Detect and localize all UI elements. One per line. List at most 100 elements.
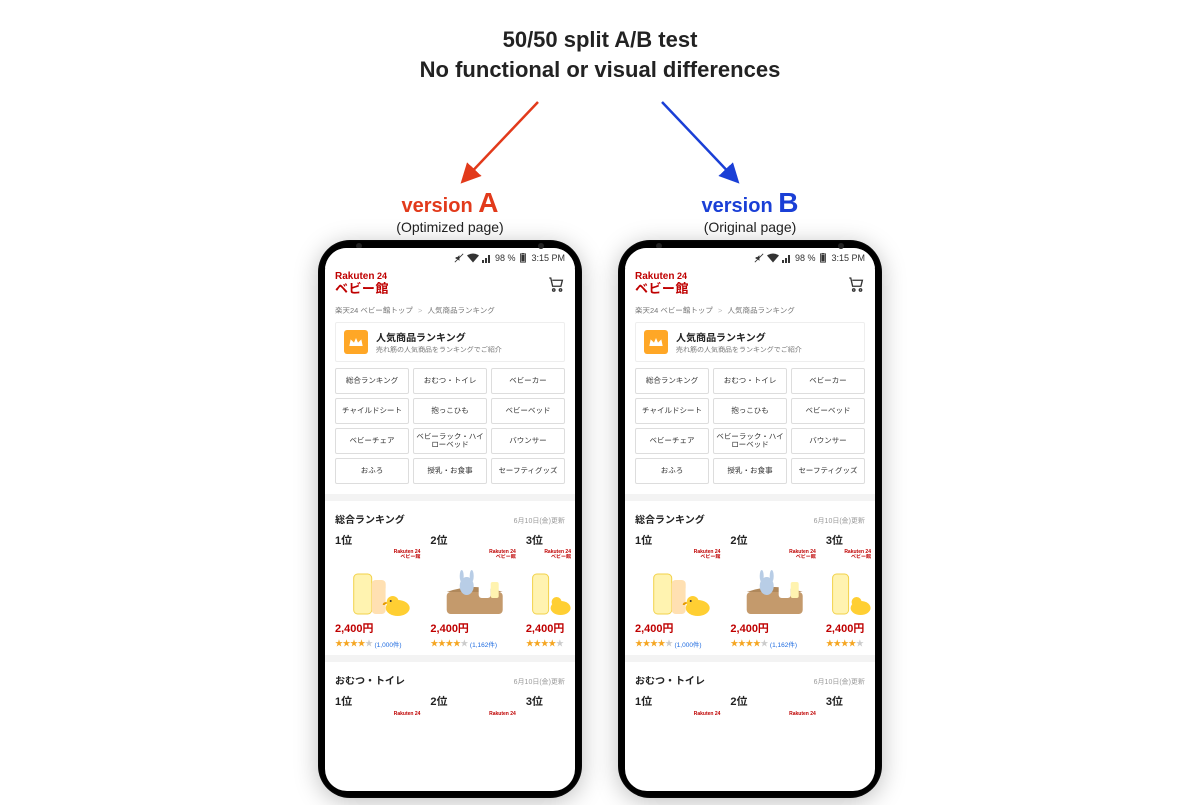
ranking-subtitle: 売れ筋の人気商品をランキングでご紹介 <box>376 345 502 355</box>
category-button[interactable]: おむつ・トイレ <box>713 368 787 394</box>
product-thumbnail <box>430 562 519 616</box>
price: 2,400円 <box>826 620 875 636</box>
version-b-letter: B <box>778 187 798 218</box>
diagram-header: 50/50 split A/B test No functional or vi… <box>0 25 1200 84</box>
category-button[interactable]: チャイルドシート <box>635 398 709 424</box>
price: 2,400円 <box>730 620 819 636</box>
rank-label: 2位 <box>430 693 519 709</box>
product-card[interactable]: 3位 ベビー館 2,400円 ★★★★★ <box>526 532 575 649</box>
category-button[interactable]: バウンサー <box>791 428 865 454</box>
category-button[interactable]: 総合ランキング <box>635 368 709 394</box>
product-card[interactable]: 2位 ベビー館 <box>430 532 519 649</box>
mute-icon <box>454 253 464 263</box>
version-a-label: version A (Optimized page) <box>320 187 580 235</box>
rank-label: 1位 <box>635 693 724 709</box>
section-title: 総合ランキング <box>335 511 405 526</box>
category-button[interactable]: ベビーカー <box>491 368 565 394</box>
rank-label: 2位 <box>730 532 819 548</box>
crown-icon <box>644 330 668 354</box>
header-line-1: 50/50 split A/B test <box>0 25 1200 55</box>
category-button[interactable]: 抱っこひも <box>713 398 787 424</box>
breadcrumb-item[interactable]: 楽天24 ベビー館トップ <box>335 306 413 315</box>
price: 2,400円 <box>335 620 424 636</box>
screen-b: 98 % 3:15 PM Rakuten 24 ベビー館 楽天24 ベビー館トッ… <box>625 248 875 791</box>
header-line-2: No functional or visual differences <box>0 55 1200 85</box>
rating: ★★★★★ (1,162件) <box>730 638 819 649</box>
product-card[interactable]: 1位 ベビー館 <box>335 532 424 649</box>
price: 2,400円 <box>526 620 575 636</box>
category-button[interactable]: 総合ランキング <box>335 368 409 394</box>
breadcrumb-sep: > <box>418 306 422 315</box>
category-button[interactable]: ベビーラック・ハイローベッド <box>713 428 787 454</box>
product-card[interactable]: 1位 ベビー館 <box>635 532 724 649</box>
product-card[interactable]: 3位 ベビー館 2,400円 ★★★★★ <box>826 532 875 649</box>
breadcrumb-sep: > <box>718 306 722 315</box>
category-button[interactable]: ベビーベッド <box>791 398 865 424</box>
breadcrumb-item[interactable]: 人気商品ランキング <box>428 306 495 315</box>
section-updated: 6月10日(金)更新 <box>814 516 865 526</box>
category-grid: 総合ランキング おむつ・トイレ ベビーカー チャイルドシート 抱っこひも ベビー… <box>325 368 575 494</box>
arrow-to-version-a <box>464 102 538 180</box>
rating: ★★★★★ (1,000件) <box>335 638 424 649</box>
seller-mini: ベビー館 <box>826 550 875 560</box>
category-button[interactable]: チャイルドシート <box>335 398 409 424</box>
signal-icon <box>482 253 492 263</box>
rank-label: 3位 <box>826 693 875 709</box>
breadcrumb-item[interactable]: 人気商品ランキング <box>728 306 795 315</box>
product-row: 1位 ベビー館 <box>625 530 875 655</box>
crown-icon <box>344 330 368 354</box>
logo-line2: ベビー館 <box>335 282 389 295</box>
clock-text: 3:15 PM <box>531 253 565 263</box>
rank-row: 1位 2位 3位 <box>325 691 575 717</box>
breadcrumb[interactable]: 楽天24 ベビー館トップ > 人気商品ランキング <box>625 301 875 322</box>
wifi-icon <box>467 253 479 263</box>
category-button[interactable]: ベビーカー <box>791 368 865 394</box>
cart-icon[interactable] <box>547 275 565 293</box>
ranking-subtitle: 売れ筋の人気商品をランキングでご紹介 <box>676 345 802 355</box>
app-header: Rakuten 24 ベビー館 <box>625 268 875 301</box>
rank-label: 3位 <box>526 693 575 709</box>
logo-line2: ベビー館 <box>635 282 689 295</box>
category-button[interactable]: 授乳・お食事 <box>713 458 787 484</box>
breadcrumb[interactable]: 楽天24 ベビー館トップ > 人気商品ランキング <box>325 301 575 322</box>
seller-mini <box>335 711 424 717</box>
app-body: Rakuten 24 ベビー館 楽天24 ベビー館トップ > 人気商品ランキング… <box>625 268 875 791</box>
product-thumbnail <box>826 562 875 616</box>
category-button[interactable]: ベビーチェア <box>635 428 709 454</box>
version-b-subtitle: (Original page) <box>620 219 880 235</box>
section-title: おむつ・トイレ <box>635 672 705 687</box>
rank-label: 3位 <box>526 532 575 548</box>
category-button[interactable]: ベビーチェア <box>335 428 409 454</box>
version-a-prefix: version <box>402 195 473 217</box>
product-card[interactable]: 2位 ベビー館 <box>730 532 819 649</box>
category-button[interactable]: ベビーベッド <box>491 398 565 424</box>
category-button[interactable]: セーフティグッズ <box>491 458 565 484</box>
category-button[interactable]: 授乳・お食事 <box>413 458 487 484</box>
logo-line1b: 24 <box>374 271 387 281</box>
app-header: Rakuten 24 ベビー館 <box>325 268 575 301</box>
category-button[interactable]: 抱っこひも <box>413 398 487 424</box>
seller-mini <box>430 711 519 717</box>
seller-mini <box>635 711 724 717</box>
category-button[interactable]: おふろ <box>335 458 409 484</box>
category-button[interactable]: バウンサー <box>491 428 565 454</box>
section-head-diapers: おむつ・トイレ 6月10日(金)更新 <box>325 655 575 691</box>
phone-b: 98 % 3:15 PM Rakuten 24 ベビー館 楽天24 ベビー館トッ… <box>618 240 882 798</box>
category-button[interactable]: おむつ・トイレ <box>413 368 487 394</box>
section-head-overall: 総合ランキング 6月10日(金)更新 <box>325 494 575 530</box>
rank-label: 2位 <box>430 532 519 548</box>
rating: ★★★★★ (1,162件) <box>430 638 519 649</box>
breadcrumb-item[interactable]: 楽天24 ベビー館トップ <box>635 306 713 315</box>
category-button[interactable]: おふろ <box>635 458 709 484</box>
battery-icon <box>518 253 528 263</box>
cart-icon[interactable] <box>847 275 865 293</box>
signal-icon <box>782 253 792 263</box>
screen-a: 98 % 3:15 PM Rakuten 24 ベビー館 楽天24 ベビー館トッ… <box>325 248 575 791</box>
category-button[interactable]: ベビーラック・ハイローベッド <box>413 428 487 454</box>
category-button[interactable]: セーフティグッズ <box>791 458 865 484</box>
product-thumbnail <box>730 562 819 616</box>
seller-mini <box>730 711 819 717</box>
rank-label: 2位 <box>730 693 819 709</box>
section-head-diapers: おむつ・トイレ 6月10日(金)更新 <box>625 655 875 691</box>
product-thumbnail <box>526 562 575 616</box>
